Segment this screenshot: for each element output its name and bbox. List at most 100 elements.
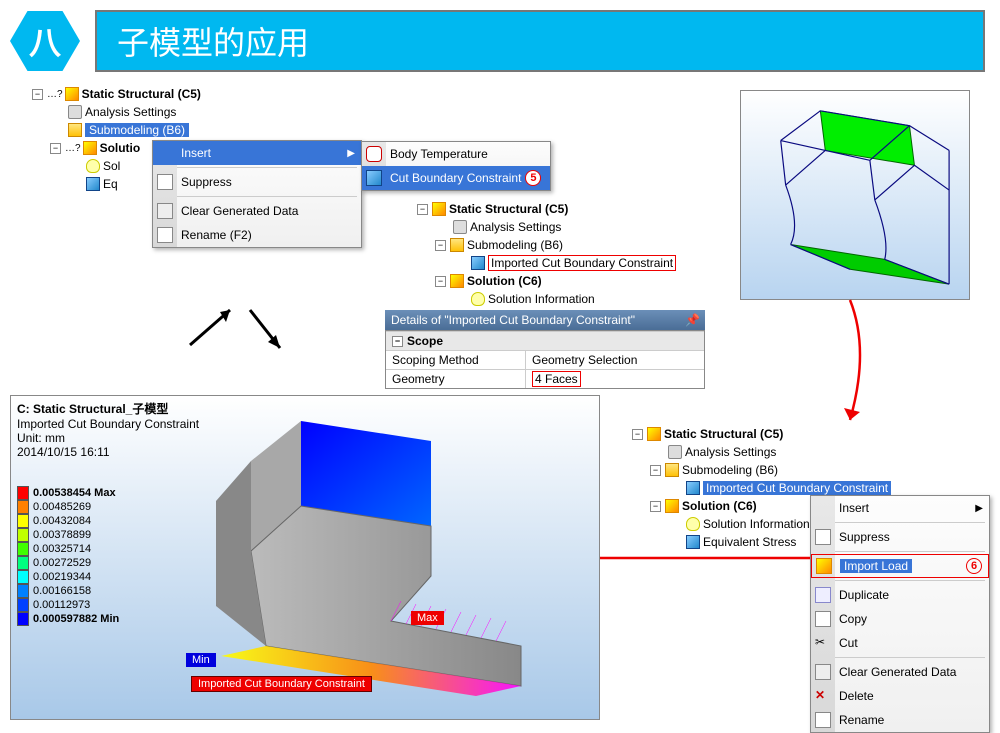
menu-item-cut-boundary[interactable]: Cut Boundary Constraint 5: [362, 166, 550, 190]
details-category-scope[interactable]: − Scope: [386, 332, 704, 350]
legend-row: 0.000597882 Min: [17, 612, 119, 626]
menu-item-suppress[interactable]: Suppress: [811, 525, 989, 549]
legend-row: 0.00219344: [17, 570, 119, 584]
rename-icon: [815, 712, 831, 728]
tree-row-analysis[interactable]: Analysis Settings: [30, 103, 370, 121]
collapse-icon[interactable]: −: [435, 240, 446, 251]
legend-value: 0.00325714: [33, 543, 91, 555]
details-panel: Details of "Imported Cut Boundary Constr…: [385, 310, 705, 389]
details-value[interactable]: 4 Faces: [526, 370, 704, 388]
delete-icon: ✕: [815, 688, 831, 704]
folder-icon: [665, 463, 679, 477]
outline-tree-2[interactable]: − Static Structural (C5) Analysis Settin…: [415, 200, 705, 308]
collapse-icon[interactable]: −: [417, 204, 428, 215]
settings-icon: [668, 445, 682, 459]
menu-item-duplicate[interactable]: Duplicate: [811, 583, 989, 607]
legend-value: 0.00485269: [33, 501, 91, 513]
menu-item-clear[interactable]: Clear Generated Data: [153, 199, 361, 223]
pin-icon[interactable]: 📌: [685, 313, 699, 327]
menu-item-cut[interactable]: ✂ Cut: [811, 631, 989, 655]
menu-separator: [157, 167, 357, 168]
menu-item-clear[interactable]: Clear Generated Data: [811, 660, 989, 684]
menu-item-copy[interactable]: Copy: [811, 607, 989, 631]
legend-swatch: [17, 612, 29, 626]
tree-row-submodeling[interactable]: Submodeling (B6): [30, 121, 370, 139]
copy-icon: [815, 611, 831, 627]
annotation-number: 5: [525, 170, 541, 186]
slide-header: 八 子模型的应用: [10, 10, 985, 72]
model-preview[interactable]: [740, 90, 970, 300]
legend-row: 0.00538454 Max: [17, 486, 119, 500]
tree-row-static[interactable]: − Static Structural (C5): [415, 200, 705, 218]
menu-item-suppress[interactable]: Suppress: [153, 170, 361, 194]
legend-row: 0.00432084: [17, 514, 119, 528]
details-value[interactable]: Geometry Selection: [526, 351, 704, 369]
menu-item-import-load[interactable]: Import Load 6: [811, 554, 989, 578]
collapse-icon[interactable]: −: [50, 143, 61, 154]
duplicate-icon: [815, 587, 831, 603]
legend-value: 0.00219344: [33, 571, 91, 583]
result-icon: [86, 177, 100, 191]
rendered-model: [191, 406, 571, 696]
legend-swatch: [17, 584, 29, 598]
tree-row-analysis[interactable]: Analysis Settings: [415, 218, 705, 236]
legend-swatch: [17, 528, 29, 542]
collapse-icon[interactable]: −: [435, 276, 446, 287]
legend-swatch: [17, 556, 29, 570]
menu-item-body-temp[interactable]: Body Temperature: [362, 142, 550, 166]
result-title: C: Static Structural_子模型: [17, 400, 199, 417]
legend-row: 0.00378899: [17, 528, 119, 542]
rename-icon: [157, 227, 173, 243]
result-viewport[interactable]: C: Static Structural_子模型 Imported Cut Bo…: [10, 395, 600, 720]
legend-value: 0.00432084: [33, 515, 91, 527]
context-menu-1: Insert▶ Suppress Clear Generated Data Re…: [152, 140, 362, 248]
menu-item-rename[interactable]: Rename (F2): [153, 223, 361, 247]
tree-row-static[interactable]: − Static Structural (C5): [630, 425, 990, 443]
hand-drawn-arrows: [180, 300, 300, 360]
tree-row-static[interactable]: − …? Static Structural (C5): [30, 85, 370, 103]
context-submenu-1: Body Temperature Cut Boundary Constraint…: [361, 141, 551, 191]
settings-icon: [453, 220, 467, 234]
collapse-icon[interactable]: −: [632, 429, 643, 440]
hexagon-badge: 八: [10, 11, 80, 71]
legend-swatch: [17, 514, 29, 528]
red-arrow-left: [575, 548, 815, 568]
legend-swatch: [17, 570, 29, 584]
tree-row-analysis[interactable]: Analysis Settings: [630, 443, 990, 461]
collapse-icon[interactable]: −: [32, 89, 43, 100]
details-row-geometry[interactable]: Geometry 4 Faces: [386, 369, 704, 388]
legend-value: 0.00112973: [33, 599, 90, 611]
legend-row: 0.00272529: [17, 556, 119, 570]
legend-row: 0.00485269: [17, 500, 119, 514]
tree-row-submodeling[interactable]: − Submodeling (B6): [630, 461, 990, 479]
details-row-method[interactable]: Scoping Method Geometry Selection: [386, 350, 704, 369]
menu-item-insert[interactable]: Insert▶: [811, 496, 989, 520]
tree-row-submodeling[interactable]: − Submodeling (B6): [415, 236, 705, 254]
collapse-icon[interactable]: −: [392, 336, 403, 347]
tree-row-solution[interactable]: − Solution (C6): [415, 272, 705, 290]
details-label: Geometry: [386, 370, 526, 388]
tree-row-solinfo[interactable]: Solution Information: [415, 290, 705, 308]
collapse-icon[interactable]: −: [650, 501, 661, 512]
menu-item-rename[interactable]: Rename: [811, 708, 989, 732]
settings-icon: [68, 105, 82, 119]
result-info: C: Static Structural_子模型 Imported Cut Bo…: [17, 400, 199, 459]
tree-row-imported[interactable]: Imported Cut Boundary Constraint: [415, 254, 705, 272]
result-unit: Unit: mm: [17, 431, 199, 445]
submenu-arrow-icon: ▶: [347, 148, 355, 159]
menu-item-insert[interactable]: Insert▶: [153, 141, 361, 165]
menu-item-delete[interactable]: ✕ Delete: [811, 684, 989, 708]
collapse-icon[interactable]: −: [650, 465, 661, 476]
legend-value: 0.00272529: [33, 557, 91, 569]
wireframe-model: [741, 91, 969, 299]
import-icon: [816, 558, 832, 574]
info-icon: [471, 292, 485, 306]
bolt-icon: [65, 87, 79, 101]
constraint-tag: Imported Cut Boundary Constraint: [191, 676, 372, 692]
info-icon: [86, 159, 100, 173]
legend-swatch: [17, 598, 29, 612]
folder-icon: [450, 238, 464, 252]
red-arrow-down: [740, 300, 920, 440]
thermometer-icon: [366, 146, 382, 162]
legend-value: 0.00538454 Max: [33, 487, 116, 499]
